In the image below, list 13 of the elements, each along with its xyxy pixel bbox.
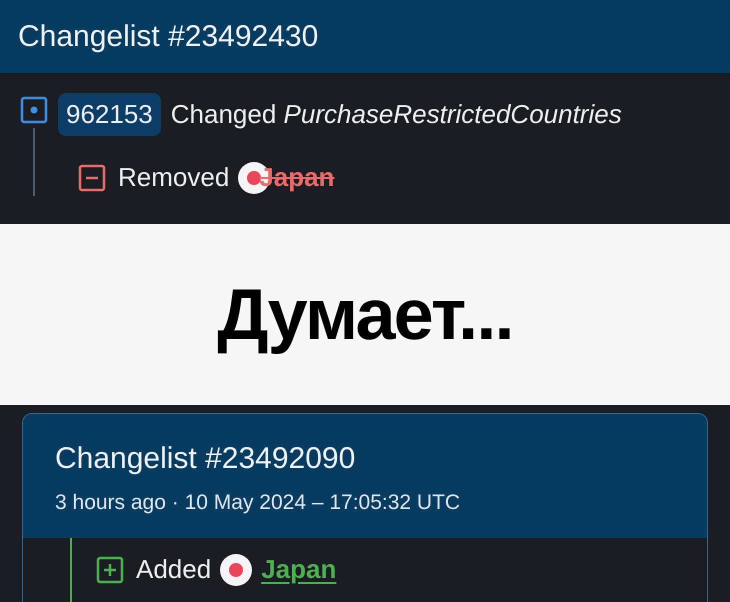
timestamp-text: 3 hours ago · 10 May 2024 – 17:05:32 UTC [55, 490, 462, 516]
overlay-caption: Думает... [217, 274, 513, 356]
country-link[interactable]: Japan [261, 550, 336, 589]
changelist-title: Changelist #23492090 [55, 441, 356, 477]
action-label: Added [136, 553, 212, 586]
id-badge[interactable]: 962153 [58, 93, 161, 136]
action-label: Removed [118, 161, 230, 194]
change-icon [20, 96, 48, 124]
change-description: Changed PurchaseRestrictedCountries [170, 98, 622, 131]
plus-icon [96, 556, 124, 584]
changelist-title: Changelist #23492430 [18, 19, 318, 55]
flag-icon [219, 552, 254, 586]
minus-icon [78, 164, 106, 192]
